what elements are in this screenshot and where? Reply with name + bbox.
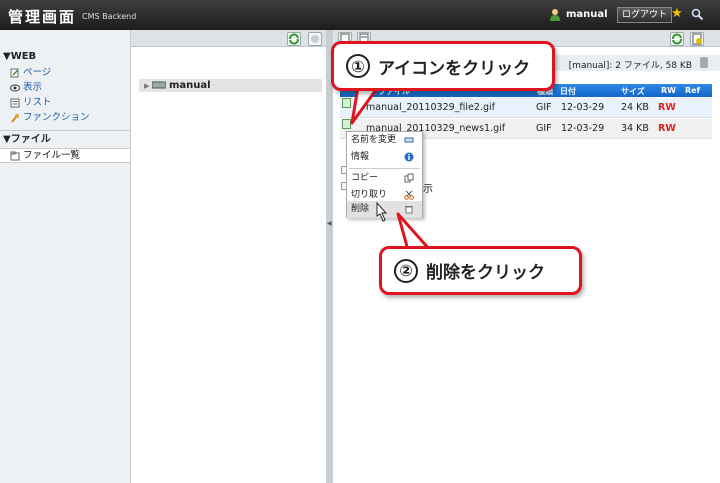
sidebar-section-file[interactable]: ▼ファイル	[0, 131, 130, 148]
rename-icon	[404, 137, 414, 143]
table-row[interactable]: manual_20110329_file2.gif GIF 12-03-29 2…	[340, 98, 712, 118]
tree-node-manual[interactable]: ▶ manual	[139, 79, 322, 92]
upload-button[interactable]	[690, 32, 704, 46]
sidebar-item-function[interactable]: ファンクション	[0, 110, 130, 125]
column-size[interactable]: サイズ	[621, 86, 645, 97]
circle-icon	[311, 35, 319, 43]
app-title: 管理画面	[8, 8, 77, 26]
reload-button[interactable]	[670, 32, 684, 46]
search-icon[interactable]	[691, 8, 704, 21]
collapse-arrow-icon[interactable]: ◀	[327, 220, 332, 227]
step-number: ②	[394, 258, 418, 283]
cut-icon	[404, 190, 414, 200]
column-rw[interactable]: RW	[661, 86, 676, 95]
file-type: GIF	[536, 123, 552, 134]
drive-icon	[152, 81, 166, 89]
file-rw: RW	[658, 102, 676, 113]
refresh-button[interactable]	[287, 32, 301, 46]
refresh-icon	[672, 33, 682, 45]
sidebar-item-label: ページ	[23, 67, 52, 78]
info-icon	[404, 152, 414, 162]
copy-icon	[404, 173, 414, 183]
tree-node-label: manual	[169, 80, 211, 91]
sidebar-item-label: 表示	[23, 82, 43, 93]
context-menu: 名前を変更 情報 コピー 切り取り 削除	[346, 131, 423, 218]
column-date[interactable]: 日付	[560, 86, 576, 97]
file-date: 12-03-29	[561, 123, 605, 134]
file-type: GIF	[536, 102, 552, 113]
file-date: 12-03-29	[561, 102, 605, 113]
page-edit-icon	[10, 68, 19, 77]
gif-file-icon[interactable]	[342, 98, 351, 108]
menu-item-delete[interactable]: 削除	[347, 201, 422, 218]
eye-icon	[10, 84, 20, 91]
menu-divider	[349, 168, 420, 169]
sidebar-item-page[interactable]: ページ	[0, 65, 130, 80]
sidebar-item-label: ファイル一覧	[23, 150, 81, 161]
star-icon[interactable]: ★	[671, 6, 683, 21]
refresh-icon	[289, 33, 299, 45]
menu-item-label: 削除	[351, 204, 370, 214]
folder-summary-text: [manual]: 2 ファイル, 58 KB	[568, 61, 692, 71]
app-subtitle: CMS Backend	[82, 12, 137, 21]
tree-toolbar	[131, 30, 326, 47]
step-number: ①	[346, 54, 370, 78]
trash-icon	[405, 206, 413, 214]
upload-icon	[692, 33, 702, 45]
file-size: 34 KB	[621, 123, 649, 134]
gif-file-icon[interactable]	[342, 119, 351, 129]
list-icon	[10, 98, 20, 107]
trash-icon[interactable]	[700, 57, 708, 68]
callout-text: アイコンをクリック	[378, 58, 531, 79]
sidebar-item-view[interactable]: 表示	[0, 80, 130, 95]
sidebar-item-list[interactable]: リスト	[0, 95, 130, 110]
partial-label: 示	[423, 184, 433, 195]
logout-button[interactable]: ログアウト	[617, 7, 673, 23]
menu-item-label: コピー	[351, 173, 379, 183]
callout-step-1: ① アイコンをクリック	[331, 41, 555, 91]
menu-item-rename[interactable]: 名前を変更	[347, 132, 422, 149]
file-size: 24 KB	[621, 102, 649, 113]
menu-item-copy[interactable]: コピー	[347, 170, 422, 187]
sidebar-item-file-list[interactable]: ファイル一覧	[0, 148, 130, 163]
callout-text: 削除をクリック	[426, 263, 545, 283]
sidebar: ▼WEB ページ 表示 リスト ファンクション ▼ファイル ファイル一覧	[0, 30, 131, 483]
file-name[interactable]: manual_20110329_file2.gif	[366, 98, 495, 118]
menu-item-info[interactable]: 情報	[347, 149, 422, 166]
column-ref[interactable]: Ref	[685, 86, 700, 95]
sidebar-item-label: ファンクション	[23, 112, 90, 123]
callout-step-2: ② 削除をクリック	[379, 246, 582, 295]
user-icon	[550, 9, 560, 21]
folder-icon	[10, 151, 20, 160]
menu-item-label: 情報	[351, 152, 370, 162]
menu-item-label: 切り取り	[351, 190, 388, 200]
folder-tree: ▶ manual	[131, 47, 326, 483]
file-rw: RW	[658, 123, 676, 134]
function-icon	[11, 113, 19, 123]
disabled-tool-button[interactable]	[308, 32, 322, 46]
menu-item-label: 名前を変更	[351, 135, 397, 145]
expand-arrow-icon[interactable]: ▶	[144, 80, 149, 93]
top-header: 管理画面 CMS Backend manual ログアウト ★	[0, 0, 720, 30]
sidebar-item-label: リスト	[23, 97, 52, 108]
user-name: manual	[566, 9, 608, 20]
sidebar-section-web[interactable]: ▼WEB	[0, 48, 130, 65]
pane-splitter[interactable]: ◀	[326, 30, 333, 483]
